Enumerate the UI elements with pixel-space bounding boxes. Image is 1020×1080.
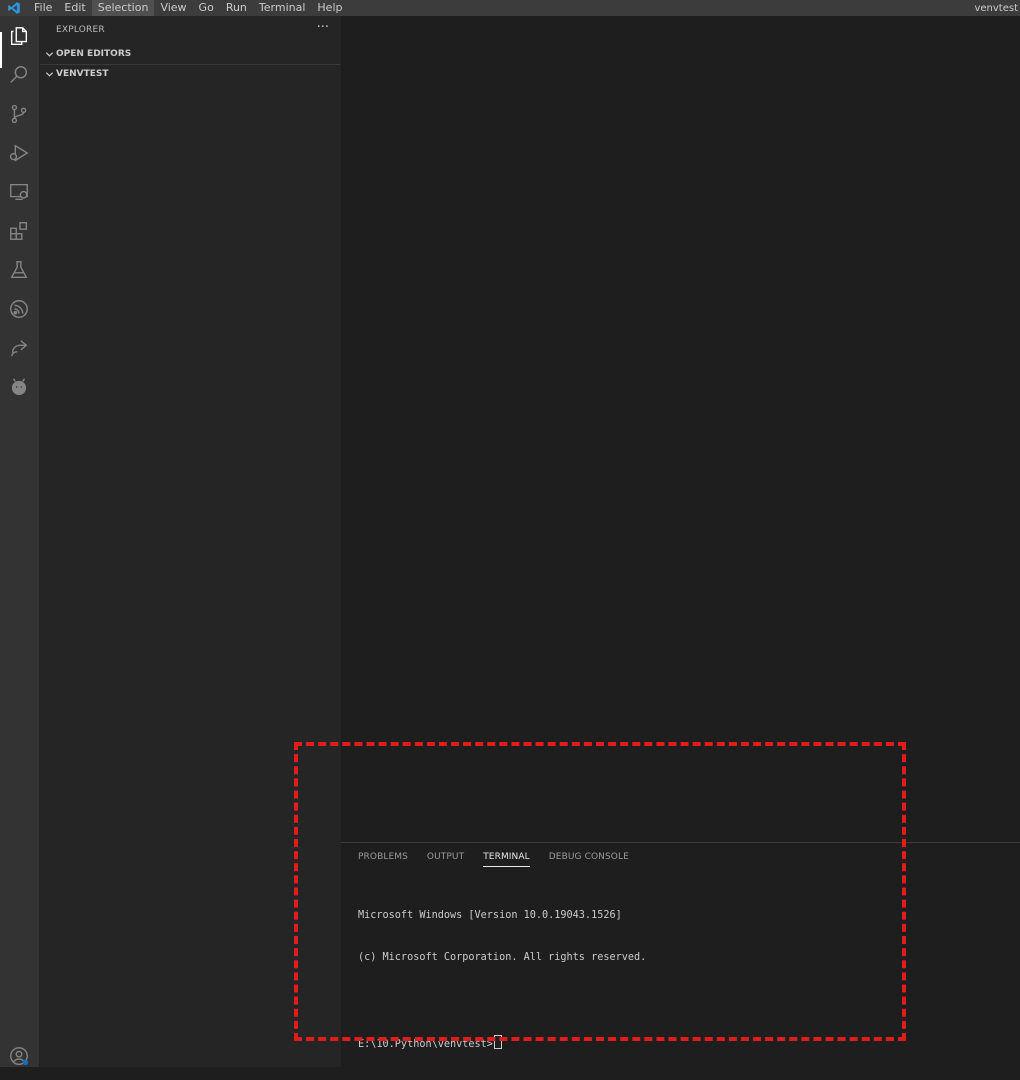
chevron-down-icon [42,50,56,59]
section-venvtest[interactable]: VENVTEST [40,64,340,83]
terminal-cursor [493,1035,502,1049]
run-debug-icon[interactable] [8,142,30,164]
more-actions-button[interactable]: ··· [317,20,329,35]
menu-run[interactable]: Run [220,0,253,16]
terminal-prompt: E:\10.Python\venvtest> [358,1039,493,1050]
explorer-sidebar: EXPLORER ··· OPEN EDITORS VENVTEST [39,16,341,1067]
terminal-output[interactable]: Microsoft Windows [Version 10.0.19043.15… [358,881,646,1080]
testing-icon[interactable] [8,259,30,281]
menu-file[interactable]: File [28,0,58,16]
terminal-prompt-line: E:\10.Python\venvtest> [358,1035,646,1052]
espressif-icon[interactable] [8,298,30,320]
bottom-panel: PROBLEMS OUTPUT TERMINAL DEBUG CONSOLE M… [341,842,1020,1068]
menu-selection[interactable]: Selection [91,0,155,16]
activity-bar [0,16,39,1067]
tab-output[interactable]: OUTPUT [427,852,464,867]
section-open-editors[interactable]: OPEN EDITORS [40,45,340,63]
panel-tabs: PROBLEMS OUTPUT TERMINAL DEBUG CONSOLE [358,852,648,867]
search-icon[interactable] [8,64,30,86]
menu-terminal[interactable]: Terminal [253,0,312,16]
tab-terminal[interactable]: TERMINAL [483,852,530,867]
terminal-line: (c) Microsoft Corporation. All rights re… [358,952,647,963]
extensions-icon[interactable] [8,220,30,242]
explorer-icon[interactable] [8,25,30,47]
section-label: OPEN EDITORS [56,49,132,59]
chevron-down-icon [42,70,56,79]
menu-bar: File Edit Selection View Go Run Terminal… [0,0,1020,16]
window-title: venvtest [974,2,1018,14]
remote-explorer-icon[interactable] [8,181,30,203]
editor-area [341,16,1020,842]
menu-view[interactable]: View [154,0,192,16]
menu-edit[interactable]: Edit [58,0,91,16]
accounts-icon[interactable] [8,1045,30,1067]
source-control-icon[interactable] [8,103,30,125]
menu-go[interactable]: Go [193,0,220,16]
active-indicator [0,32,2,68]
vscode-logo-icon [0,0,28,16]
live-share-icon[interactable] [8,337,30,359]
section-label: VENVTEST [56,69,109,79]
sidebar-title: EXPLORER [56,25,105,35]
menu-help[interactable]: Help [311,0,348,16]
terminal-line: Microsoft Windows [Version 10.0.19043.15… [358,910,622,921]
tab-debug-console[interactable]: DEBUG CONSOLE [549,852,629,867]
platformio-icon[interactable] [8,376,30,398]
tab-problems[interactable]: PROBLEMS [358,852,408,867]
